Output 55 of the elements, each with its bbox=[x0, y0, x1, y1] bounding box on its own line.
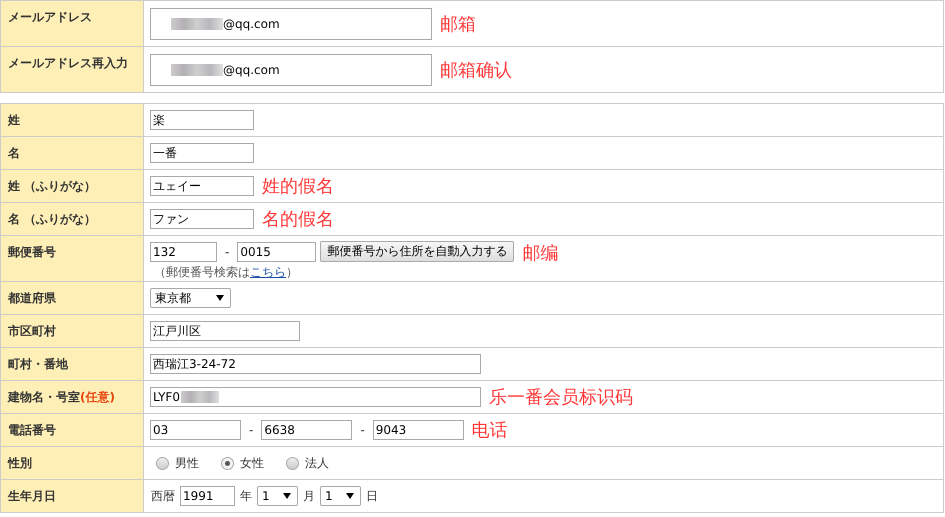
text-field[interactable]: 楽 bbox=[150, 110, 254, 130]
phone-field[interactable]: 03 bbox=[150, 420, 241, 440]
separator: - bbox=[359, 423, 366, 437]
gender-option[interactable]: 男性 bbox=[156, 454, 199, 472]
annotation: 邮箱 bbox=[440, 12, 476, 36]
field-label: 名 bbox=[8, 146, 20, 160]
field-label: メールアドレス bbox=[8, 10, 92, 24]
annotation: 乐一番会员标识码 bbox=[489, 386, 633, 409]
field-label: 姓 （ふりがな） bbox=[8, 179, 96, 193]
field-label: 市区町村 bbox=[8, 324, 56, 338]
caret-icon bbox=[216, 295, 224, 301]
phone-field[interactable]: 6638 bbox=[261, 420, 352, 440]
search-link[interactable]: こちら bbox=[250, 265, 286, 279]
field-label: 姓 bbox=[8, 113, 20, 127]
annotation: 邮编 bbox=[522, 242, 558, 265]
unit-label: 年 bbox=[239, 488, 253, 504]
prefecture-dropdown[interactable]: 東京都 bbox=[150, 288, 231, 308]
postal-search-note: （郵便番号検索は こちら） bbox=[153, 264, 299, 281]
gender-option[interactable]: 女性 bbox=[221, 454, 264, 472]
unit-label: 月 bbox=[302, 488, 316, 504]
phone-field[interactable]: 9043 bbox=[372, 420, 464, 440]
text-field[interactable]: ファン bbox=[150, 209, 254, 229]
field-label: 都道府県 bbox=[8, 291, 56, 305]
gender-option[interactable]: 法人 bbox=[286, 454, 329, 472]
text-field[interactable]: LYF0 bbox=[150, 387, 481, 407]
annotation: 邮箱确认 bbox=[440, 58, 512, 82]
field-label: 名 （ふりがな） bbox=[8, 212, 96, 226]
field-label: 郵便番号 bbox=[8, 245, 56, 259]
autofill-button[interactable]: 郵便番号から住所を自動入力する bbox=[320, 241, 514, 262]
field-label: 町村・番地 bbox=[8, 357, 68, 371]
caret-icon bbox=[283, 493, 291, 499]
annotation: 姓的假名 bbox=[262, 175, 334, 198]
email-field[interactable]: @qq.com bbox=[150, 8, 432, 40]
unit-label: 日 bbox=[365, 488, 379, 504]
text-field[interactable]: 西瑞江3-24-72 bbox=[150, 354, 481, 374]
text-field[interactable]: 一番 bbox=[150, 143, 254, 163]
separator: - bbox=[248, 423, 254, 437]
text-field[interactable]: 江戸川区 bbox=[150, 321, 300, 341]
field-label: 建物名・号室(任意) bbox=[8, 390, 115, 404]
email-field[interactable]: @qq.com bbox=[150, 54, 432, 86]
era-label: 西暦 bbox=[150, 488, 176, 504]
postal-code-field[interactable]: 0015 bbox=[237, 242, 316, 262]
field-label: 性別 bbox=[8, 456, 32, 470]
day-dropdown[interactable]: 1 bbox=[320, 486, 361, 506]
annotation: 电话 bbox=[472, 419, 508, 442]
month-dropdown[interactable]: 1 bbox=[257, 486, 298, 506]
separator: - bbox=[224, 244, 230, 258]
text-field[interactable]: ユェイー bbox=[150, 176, 254, 196]
field-label: 生年月日 bbox=[8, 489, 56, 503]
caret-icon bbox=[346, 493, 354, 499]
postal-code-field[interactable]: 132 bbox=[150, 242, 217, 262]
field-label: 電話番号 bbox=[8, 423, 56, 437]
year-field[interactable]: 1991 bbox=[180, 486, 235, 506]
annotation: 名的假名 bbox=[262, 208, 334, 231]
field-label: メールアドレス再入力 bbox=[8, 56, 128, 70]
